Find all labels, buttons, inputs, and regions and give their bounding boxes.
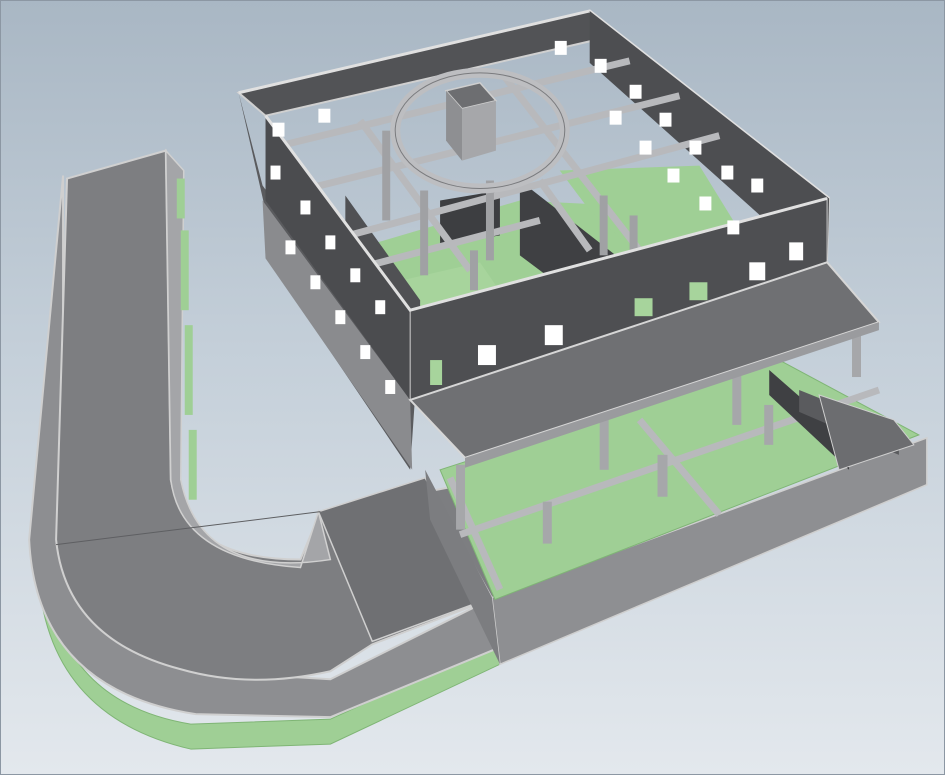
building-model-render xyxy=(28,9,928,750)
ramp-inner-green-strip xyxy=(184,325,193,415)
ramp-inner-green-strip xyxy=(176,178,185,219)
ramp-inner-green-strip xyxy=(180,230,189,311)
ramp-inner-green-strip xyxy=(188,429,197,500)
model-viewport[interactable] xyxy=(0,0,945,775)
